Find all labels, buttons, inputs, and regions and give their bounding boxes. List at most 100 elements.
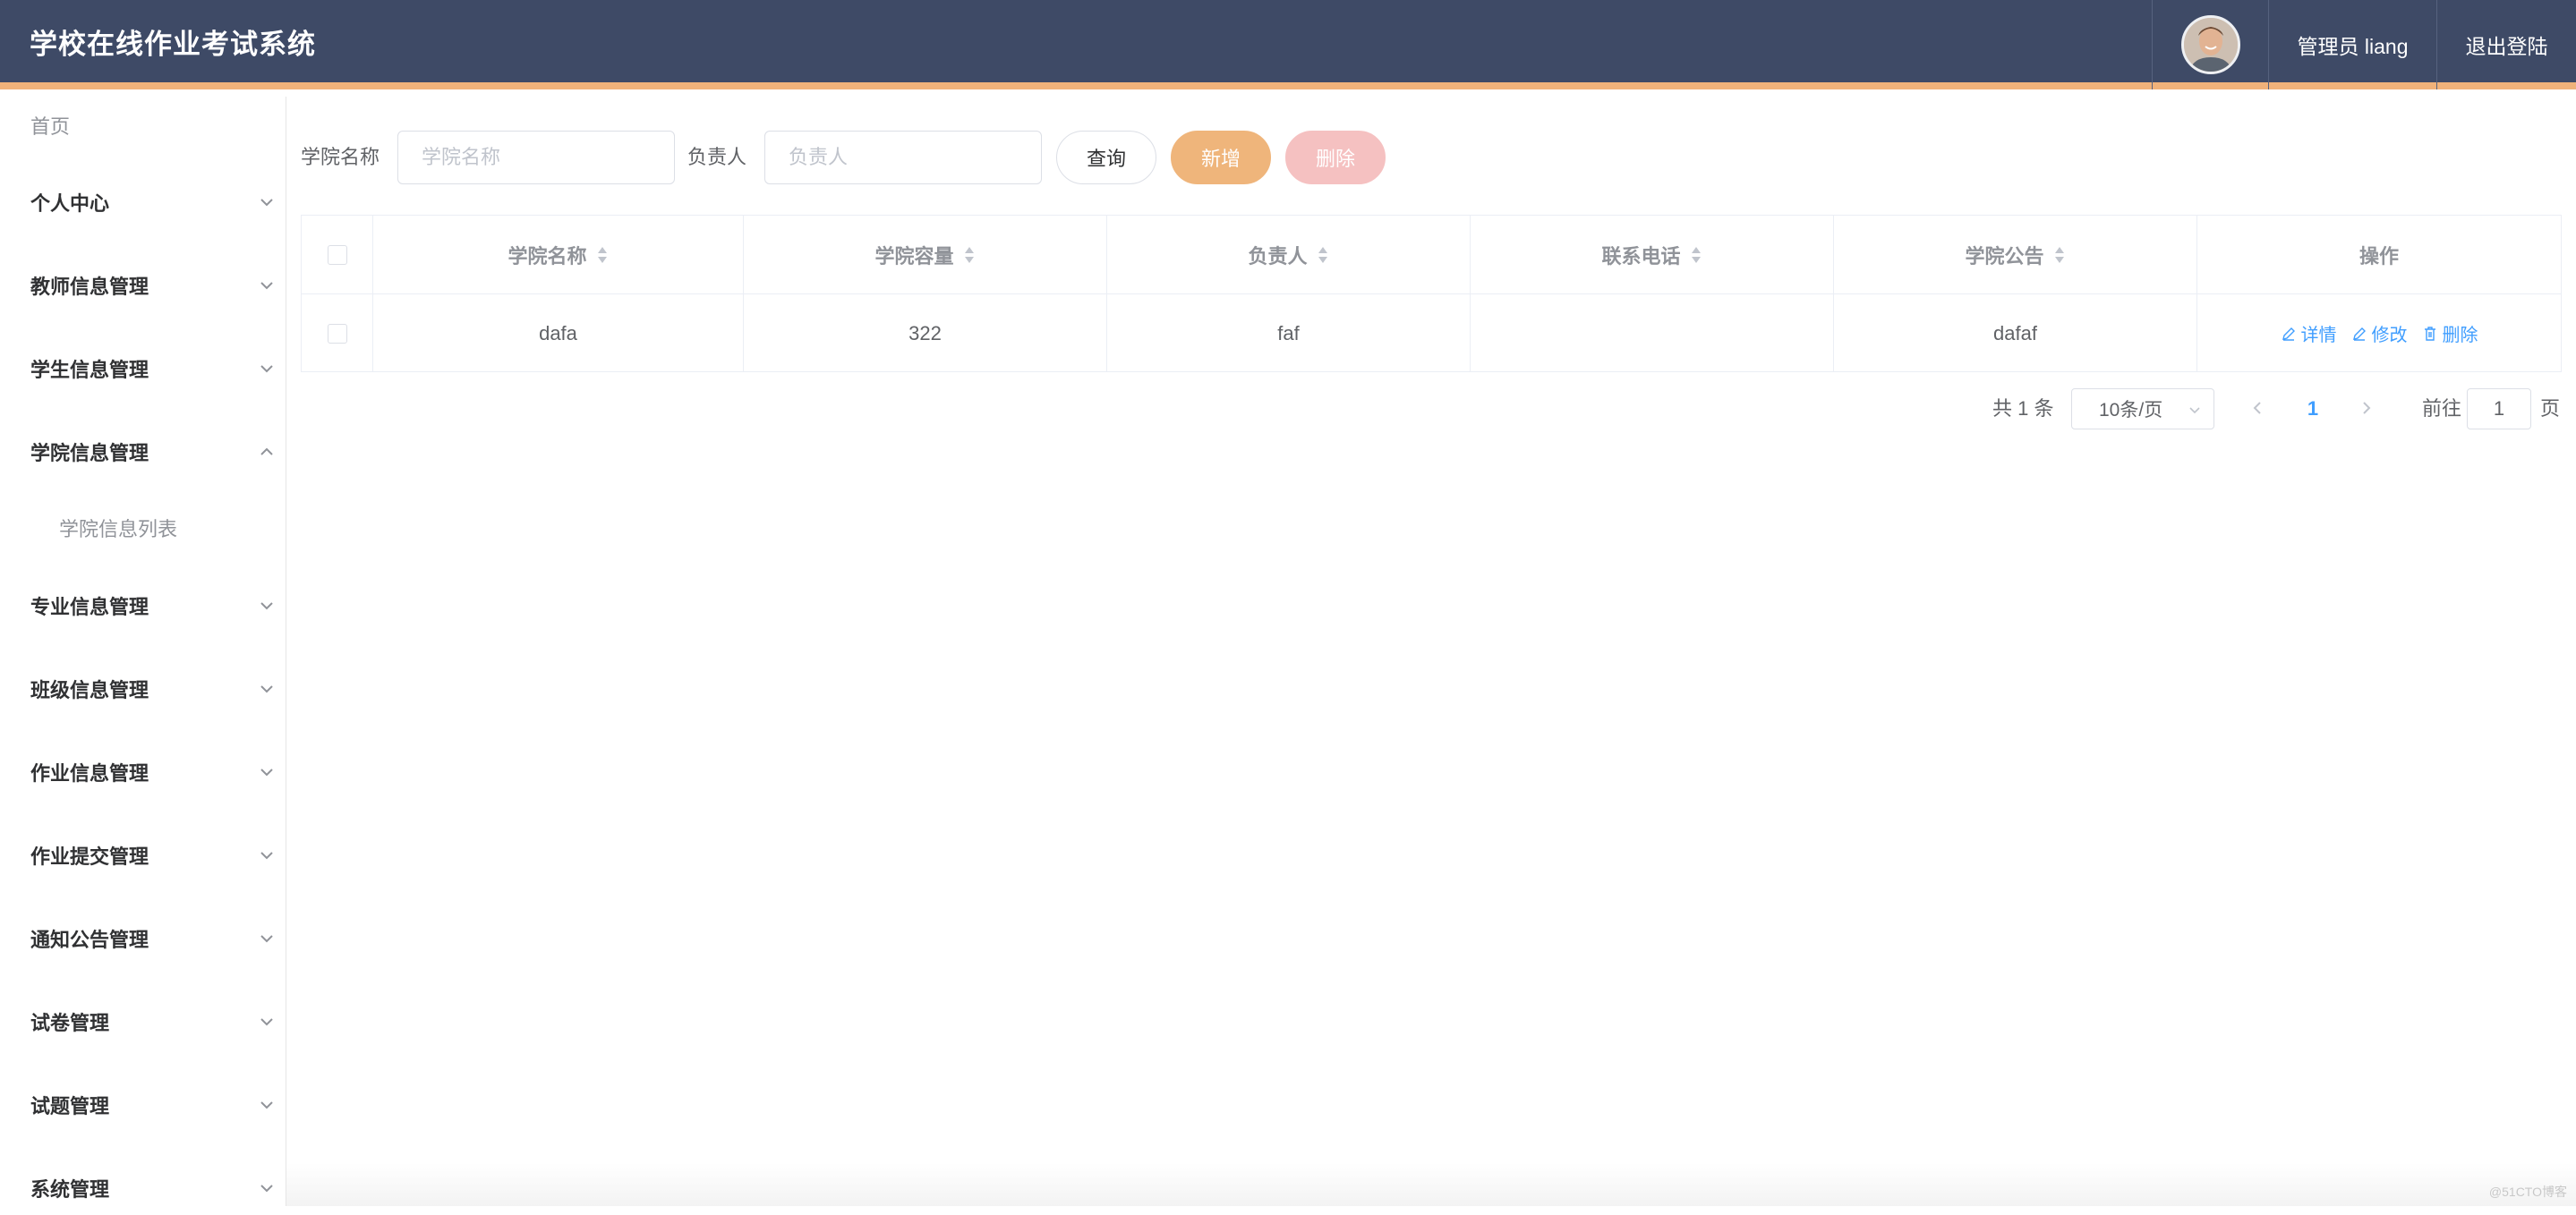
sidebar-item-college[interactable]: 学院信息管理 — [0, 425, 286, 479]
chevron-up-icon — [260, 447, 273, 455]
sort-icon[interactable] — [1317, 245, 1329, 265]
sidebar-item-label: 系统管理 — [30, 1178, 110, 1201]
sidebar-item-homework[interactable]: 作业信息管理 — [0, 745, 286, 799]
pagination-total: 共 1 条 — [1992, 397, 2054, 420]
sidebar-item-homework-submit[interactable]: 作业提交管理 — [0, 828, 286, 882]
chevron-down-icon — [260, 685, 273, 693]
cell-actions: 详情 修改 删除 — [2197, 294, 2561, 372]
sidebar-item-label: 学院信息列表 — [59, 518, 178, 540]
sidebar-item-label: 首页 — [30, 115, 71, 138]
sidebar-item-teacher[interactable]: 教师信息管理 — [0, 259, 286, 312]
edit-icon — [2352, 327, 2366, 341]
column-header-label: 联系电话 — [1601, 244, 1681, 268]
column-header-notice[interactable]: 学院公告 — [1834, 216, 2197, 294]
college-table: 学院名称 学院容量 负责人 联系电话 学院公告 操作 dafa 322 faf … — [301, 215, 2562, 372]
column-header-phone[interactable]: 联系电话 — [1471, 216, 1834, 294]
avatar-image — [2183, 18, 2238, 72]
batch-delete-button[interactable]: 删除 — [1285, 131, 1386, 184]
sidebar-menu: 首页 个人中心 教师信息管理 学生信息管理 学院信息管理 学院信息列表 专业信息… — [0, 97, 286, 1206]
sidebar-item-major[interactable]: 专业信息管理 — [0, 579, 286, 633]
sort-icon[interactable] — [963, 245, 976, 265]
delete-link[interactable]: 删除 — [2422, 320, 2478, 346]
leader-input[interactable] — [764, 131, 1042, 184]
avatar[interactable] — [2180, 15, 2240, 74]
chevron-down-icon — [260, 1018, 273, 1026]
sidebar-item-label: 试卷管理 — [30, 1012, 110, 1034]
sidebar-item-exam-paper[interactable]: 试卷管理 — [0, 995, 286, 1049]
chevron-down-icon — [260, 1101, 273, 1109]
cell-notice: dafaf — [1834, 294, 2197, 372]
column-header-label: 操作 — [2358, 244, 2399, 268]
sidebar-item-personal-center[interactable]: 个人中心 — [0, 175, 286, 229]
column-header-leader[interactable]: 负责人 — [1107, 216, 1471, 294]
sidebar-item-question[interactable]: 试题管理 — [0, 1078, 286, 1132]
detail-label: 详情 — [2300, 326, 2337, 345]
column-header-label: 学院名称 — [508, 244, 587, 268]
sidebar-item-student[interactable]: 学生信息管理 — [0, 342, 286, 395]
sidebar-item-notice[interactable]: 通知公告管理 — [0, 912, 286, 965]
sort-icon[interactable] — [596, 245, 609, 265]
add-button[interactable]: 新增 — [1171, 131, 1271, 184]
sidebar-item-label: 学生信息管理 — [30, 359, 149, 381]
sort-icon[interactable] — [2053, 245, 2066, 265]
goto-page-input[interactable] — [2467, 388, 2531, 429]
chevron-down-icon — [260, 935, 273, 943]
bottom-shade — [286, 1163, 2576, 1206]
sidebar-subitem-college-list[interactable]: 学院信息列表 — [0, 501, 286, 555]
select-all-cell — [302, 216, 373, 294]
trash-icon — [2424, 326, 2435, 341]
college-name-label: 学院名称 — [301, 146, 380, 168]
sidebar-item-label: 作业信息管理 — [30, 762, 149, 785]
page-size-value: 10条/页 — [2099, 400, 2163, 421]
prev-page-icon[interactable] — [2247, 397, 2268, 419]
next-page-icon[interactable] — [2356, 397, 2377, 419]
goto-label: 前往 — [2422, 397, 2462, 420]
sort-icon[interactable] — [1690, 245, 1702, 265]
chevron-down-icon — [260, 365, 273, 373]
column-header-actions: 操作 — [2197, 216, 2561, 294]
sidebar-item-class[interactable]: 班级信息管理 — [0, 662, 286, 716]
chevron-down-icon — [260, 1185, 273, 1193]
sidebar-item-home[interactable]: 首页 — [0, 98, 286, 152]
column-header-college-name[interactable]: 学院名称 — [373, 216, 744, 294]
user-name[interactable]: 管理员 liang — [2268, 0, 2436, 89]
column-header-label: 学院公告 — [1965, 244, 2044, 268]
sidebar-item-label: 通知公告管理 — [30, 929, 149, 951]
row-checkbox[interactable] — [327, 323, 347, 344]
page-suffix-label: 页 — [2540, 397, 2561, 420]
sidebar-item-label: 专业信息管理 — [30, 596, 149, 618]
college-name-input[interactable] — [397, 131, 675, 184]
page-number-current[interactable]: 1 — [2302, 387, 2324, 431]
detail-link[interactable]: 详情 — [2281, 320, 2337, 346]
sidebar-item-label: 班级信息管理 — [30, 679, 149, 701]
sidebar-item-label: 作业提交管理 — [30, 845, 149, 868]
cell-college-name: dafa — [373, 294, 744, 372]
chevron-down-icon — [260, 282, 273, 290]
chevron-down-icon — [260, 769, 273, 777]
cell-leader: faf — [1107, 294, 1471, 372]
query-button[interactable]: 查询 — [1056, 131, 1156, 184]
sidebar-item-system[interactable]: 系统管理 — [0, 1161, 286, 1215]
delete-label: 删除 — [2442, 326, 2478, 345]
logout-button[interactable]: 退出登陆 — [2436, 0, 2576, 89]
edit-link[interactable]: 修改 — [2351, 320, 2408, 346]
chevron-down-icon — [260, 199, 273, 207]
row-select-cell — [302, 294, 373, 372]
column-header-label: 学院容量 — [874, 244, 954, 268]
leader-label: 负责人 — [687, 146, 747, 168]
app-title: 学校在线作业考试系统 — [30, 29, 316, 60]
column-header-label: 负责人 — [1248, 244, 1308, 268]
page-size-select[interactable]: 10条/页 — [2071, 388, 2214, 429]
sidebar-item-label: 学院信息管理 — [30, 442, 149, 464]
sidebar-item-label: 试题管理 — [30, 1095, 110, 1117]
avatar-cell[interactable] — [2152, 0, 2268, 89]
cell-phone — [1471, 294, 1834, 372]
sidebar-item-label: 个人中心 — [30, 192, 110, 215]
select-all-checkbox[interactable] — [327, 244, 347, 265]
chevron-down-icon — [260, 852, 273, 860]
edit-label: 修改 — [2371, 326, 2408, 345]
column-header-capacity[interactable]: 学院容量 — [744, 216, 1107, 294]
edit-icon — [2282, 327, 2295, 341]
sidebar-item-label: 教师信息管理 — [30, 276, 149, 298]
cell-capacity: 322 — [744, 294, 1107, 372]
